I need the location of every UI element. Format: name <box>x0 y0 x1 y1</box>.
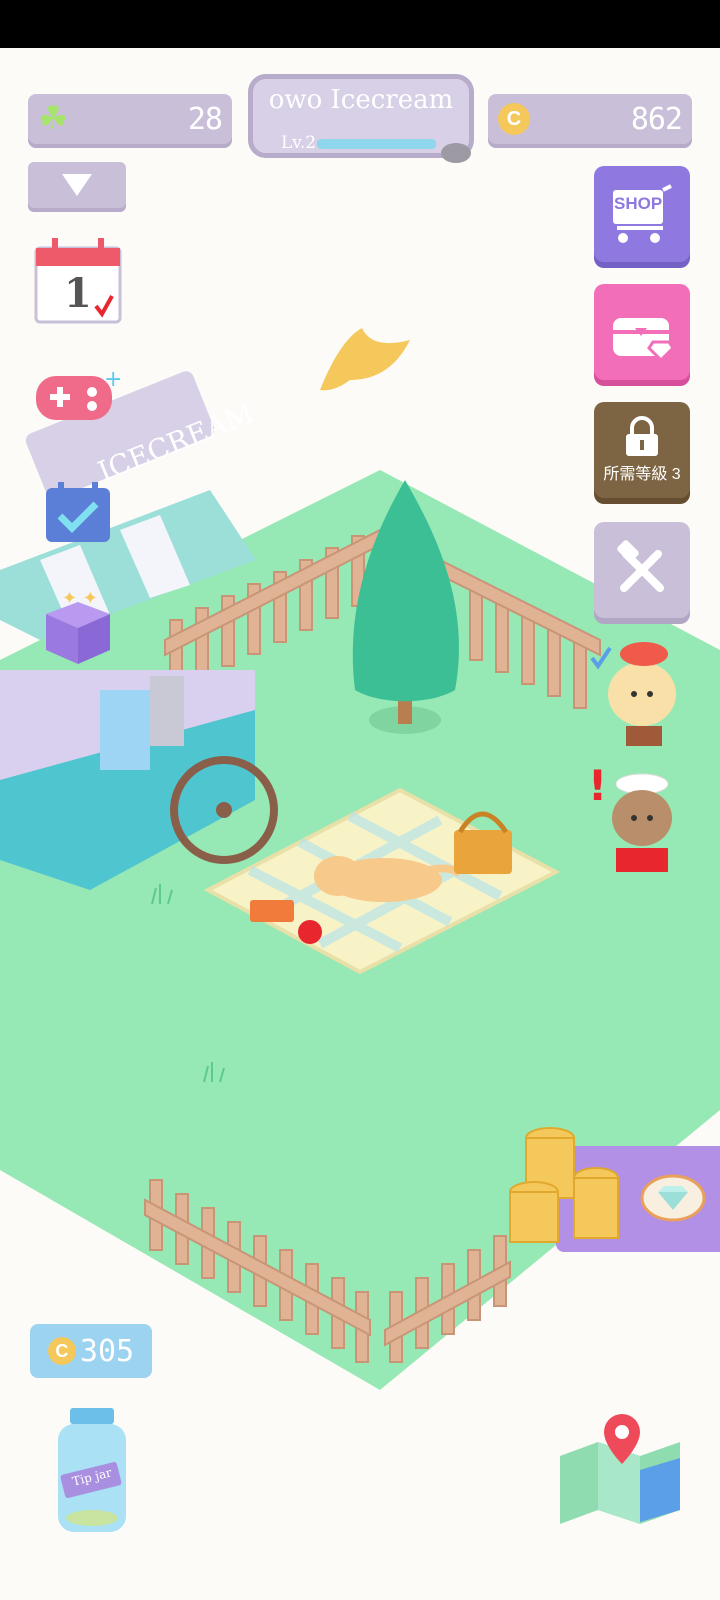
diamond-icon <box>640 1174 706 1222</box>
coin-count: 862 <box>630 101 683 137</box>
svg-text:+: + <box>104 368 122 392</box>
locked-level-label: 所需等級 3 <box>603 466 681 483</box>
locked-feature-button[interactable]: 所需等級 3 <box>594 402 690 498</box>
tip-jar-button[interactable]: Tip jar <box>54 1408 130 1534</box>
clover-count: 28 <box>187 101 223 137</box>
tools-button[interactable] <box>594 522 690 618</box>
tip-jar-coin-bubble[interactable]: C 305 <box>30 1324 152 1378</box>
coin-icon: C <box>47 1337 76 1365</box>
coin-stack-icon <box>509 1127 619 1243</box>
calendar-day: 1 <box>64 270 92 317</box>
lock-icon <box>626 416 658 456</box>
clover-counter: ☘ 28 <box>28 94 232 144</box>
triangle-down-icon <box>62 174 92 196</box>
gift-box-icon: ✦ ✦ <box>46 588 110 664</box>
treasure-chest-button[interactable] <box>594 284 690 380</box>
cat-avatar-icon: ! <box>588 761 672 872</box>
shop-title-plaque[interactable]: owo Icecream Lv.2 <box>248 74 474 163</box>
gamepad-icon: + <box>36 367 122 420</box>
level-label: Lv.2 <box>281 133 317 153</box>
shop-button[interactable]: SHOP <box>594 166 690 262</box>
svg-text:✦ ✦: ✦ ✦ <box>62 588 98 609</box>
tasks-button[interactable] <box>44 480 112 544</box>
shop-label: SHOP <box>614 194 663 213</box>
status-bar <box>0 0 720 48</box>
gift-box-button[interactable]: ✦ ✦ <box>36 584 120 668</box>
level-progress-bar <box>317 139 436 149</box>
coin-counter: C 862 <box>488 94 692 144</box>
banana-peel <box>320 328 410 391</box>
diamond-button[interactable] <box>640 1174 706 1222</box>
hammer-wrench-icon <box>617 540 664 592</box>
treasure-chest-icon <box>613 318 675 362</box>
apple <box>298 920 322 944</box>
map-pin-icon <box>560 1414 680 1524</box>
minigame-button[interactable]: + <box>34 367 124 428</box>
poodle-avatar-icon <box>590 642 676 746</box>
tip-jar-coins: 305 <box>79 1333 135 1369</box>
stone-icon <box>441 143 471 163</box>
map-button[interactable] <box>552 1410 688 1528</box>
checklist-icon <box>46 482 110 542</box>
shop-name: owo Icecream <box>268 85 454 115</box>
shopping-cart-icon <box>613 184 672 243</box>
poodle-customer[interactable] <box>588 636 682 746</box>
dropdown-toggle-button[interactable] <box>28 162 126 208</box>
cat-customer[interactable]: ! <box>588 756 682 876</box>
calendar-button[interactable]: 1 <box>34 236 122 324</box>
svg-text:!: ! <box>588 761 607 810</box>
book <box>250 900 294 922</box>
coin-icon: C <box>498 103 530 135</box>
clover-icon: ☘ <box>38 100 69 138</box>
coin-stack-button[interactable] <box>500 1118 630 1258</box>
